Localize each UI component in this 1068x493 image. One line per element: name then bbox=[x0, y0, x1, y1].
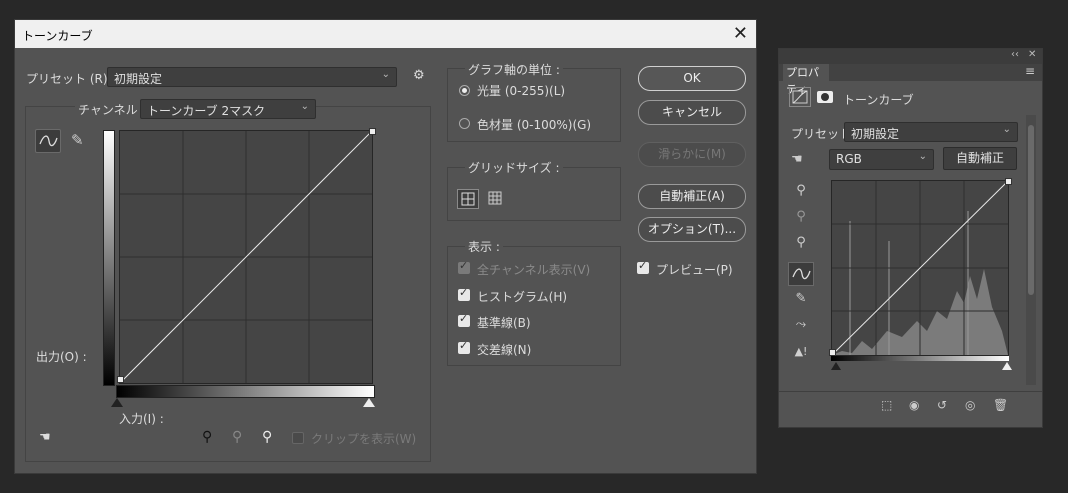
gray-eyedropper-icon[interactable]: ⚲ bbox=[789, 209, 813, 229]
grid-size-title: グリッドサイズ : bbox=[465, 159, 563, 176]
preview-checkbox[interactable] bbox=[637, 259, 649, 274]
light-radio[interactable] bbox=[459, 85, 470, 96]
preset-value: 初期設定 bbox=[114, 72, 163, 86]
curve-graph[interactable] bbox=[117, 128, 376, 384]
baseline-checkbox[interactable] bbox=[458, 312, 470, 327]
intersection-label: 交差線(N) bbox=[477, 343, 532, 357]
props-channel-select[interactable]: RGB ⌄ bbox=[829, 149, 934, 170]
pencil-icon[interactable]: ✎ bbox=[71, 131, 84, 149]
pigment-label: 色材量 (0-100%)(G) bbox=[477, 118, 592, 132]
show-clipping-checkbox[interactable] bbox=[292, 432, 304, 444]
curve-icon bbox=[39, 135, 58, 147]
props-curve-graph[interactable] bbox=[829, 178, 1012, 356]
pencil-icon[interactable]: ✎ bbox=[789, 291, 813, 311]
preset-select[interactable]: 初期設定 ⌄ bbox=[107, 67, 397, 87]
channel-select[interactable]: トーンカーブ 2マスク ⌄ bbox=[140, 99, 316, 119]
curve-grid bbox=[120, 131, 372, 383]
curves-adjustment-icon bbox=[789, 87, 811, 107]
curve-point-black[interactable] bbox=[117, 376, 124, 383]
close-icon[interactable]: ✕ bbox=[733, 23, 748, 44]
mask-icon[interactable] bbox=[817, 91, 833, 103]
curves-dialog: トーンカーブ ✕ プリセット (R) : 初期設定 ⌄ ⚙ チャンネル : トー… bbox=[14, 19, 757, 474]
histogram-checkbox[interactable] bbox=[458, 286, 470, 301]
delete-trash-icon[interactable]: 🗑 bbox=[993, 398, 1008, 412]
preset-label: プリセット (R) : bbox=[26, 72, 116, 86]
black-eyedropper-icon[interactable]: ⚲ bbox=[202, 429, 212, 445]
input-gradient-bar bbox=[116, 385, 375, 398]
white-eyedropper-icon[interactable]: ⚲ bbox=[262, 429, 272, 445]
curve-edit-tool[interactable] bbox=[35, 129, 61, 153]
props-channel-value: RGB bbox=[836, 152, 862, 166]
detailed-grid-icon bbox=[488, 191, 502, 205]
clipping-warning-icon[interactable]: ▲! bbox=[789, 345, 813, 365]
props-targeted-adjustment-icon[interactable]: ☚ bbox=[791, 152, 803, 167]
tab-properties[interactable]: プロパティ bbox=[783, 64, 829, 96]
props-preset-select[interactable]: 初期設定 ⌄ bbox=[844, 122, 1018, 142]
props-curve-point-white[interactable] bbox=[1005, 178, 1012, 185]
smooth-curve-icon[interactable]: ⤳ bbox=[789, 317, 813, 337]
chevron-down-icon: ⌄ bbox=[1002, 124, 1011, 135]
props-white-slider[interactable] bbox=[1002, 362, 1012, 370]
props-black-slider[interactable] bbox=[831, 362, 841, 370]
output-gradient-bar bbox=[103, 130, 115, 386]
black-eyedropper-icon[interactable]: ⚲ bbox=[789, 183, 813, 203]
black-point-slider[interactable] bbox=[111, 398, 123, 407]
visibility-eye-icon[interactable]: ◎ bbox=[965, 398, 975, 412]
chevron-down-icon: ⌄ bbox=[918, 151, 927, 162]
props-preset-value: 初期設定 bbox=[851, 127, 900, 141]
clip-to-layer-icon[interactable]: ⬚ bbox=[881, 398, 892, 412]
options-button[interactable]: オプション(T)... bbox=[638, 217, 746, 242]
histogram-label: ヒストグラム(H) bbox=[477, 290, 568, 304]
white-eyedropper-icon[interactable]: ⚲ bbox=[789, 235, 813, 255]
preview-label: プレビュー(P) bbox=[656, 263, 733, 277]
curve-display-title: グラフ軸の単位 : bbox=[465, 61, 563, 78]
panel-tabbar: プロパティ ≡ bbox=[779, 64, 1042, 96]
props-curve-point-black[interactable] bbox=[829, 349, 836, 356]
channel-overlays-label: 全チャンネル表示(V) bbox=[477, 263, 591, 277]
baseline-label: 基準線(B) bbox=[477, 316, 531, 330]
chevron-down-icon: ⌄ bbox=[381, 69, 390, 80]
gray-eyedropper-icon[interactable]: ⚲ bbox=[232, 429, 242, 445]
auto-button[interactable]: 自動補正(A) bbox=[638, 184, 746, 209]
channel-label: チャンネル : bbox=[75, 101, 149, 118]
panel-menu-icon[interactable]: ≡ bbox=[1025, 64, 1035, 78]
cancel-button[interactable]: キャンセル bbox=[638, 100, 746, 125]
targeted-adjustment-icon[interactable]: ☚ bbox=[39, 430, 51, 445]
props-histogram-grid bbox=[832, 181, 1008, 355]
props-divider bbox=[779, 391, 1042, 392]
chevron-down-icon: ⌄ bbox=[300, 101, 309, 112]
output-label: 出力(O) : bbox=[36, 350, 87, 364]
adjustment-name: トーンカーブ bbox=[843, 93, 914, 107]
pigment-radio[interactable] bbox=[459, 118, 470, 129]
panel-header: ‹‹ ✕ bbox=[779, 49, 1042, 64]
channel-value: トーンカーブ 2マスク bbox=[147, 104, 266, 118]
curve-icon bbox=[792, 268, 811, 280]
show-clipping-label: クリップを表示(W) bbox=[311, 432, 417, 446]
intersection-checkbox[interactable] bbox=[458, 339, 470, 354]
props-auto-button[interactable]: 自動補正 bbox=[943, 147, 1017, 170]
props-curve-tool[interactable] bbox=[788, 262, 814, 286]
properties-panel: ‹‹ ✕ プロパティ ≡ トーンカーブ プリセット : 初期設定 ⌄ ☚ RGB… bbox=[778, 48, 1043, 428]
preset-options-gear-icon[interactable]: ⚙ bbox=[413, 68, 425, 83]
show-title: 表示 : bbox=[465, 238, 503, 255]
white-point-slider[interactable] bbox=[363, 398, 375, 407]
light-label: 光量 (0-255)(L) bbox=[477, 84, 566, 98]
props-input-gradient bbox=[831, 356, 1009, 361]
collapse-icon[interactable]: ‹‹ bbox=[1011, 49, 1019, 60]
curve-point-white[interactable] bbox=[369, 128, 376, 135]
dialog-titlebar[interactable]: トーンカーブ ✕ bbox=[15, 20, 756, 48]
channel-overlays-checkbox[interactable] bbox=[458, 259, 470, 274]
input-label: 入力(I) : bbox=[119, 412, 164, 426]
detailed-grid-button[interactable] bbox=[485, 189, 507, 209]
simple-grid-button[interactable] bbox=[457, 189, 479, 209]
reset-icon[interactable]: ↺ bbox=[937, 398, 947, 412]
smooth-button[interactable]: 滑らかに(M) bbox=[638, 142, 746, 167]
ok-button[interactable]: OK bbox=[638, 66, 746, 91]
view-previous-state-icon[interactable]: ◉ bbox=[909, 398, 919, 412]
props-scrollbar[interactable] bbox=[1026, 115, 1036, 385]
simple-grid-icon bbox=[461, 192, 475, 206]
dialog-title: トーンカーブ bbox=[22, 29, 93, 43]
close-panel-icon[interactable]: ✕ bbox=[1028, 49, 1036, 60]
